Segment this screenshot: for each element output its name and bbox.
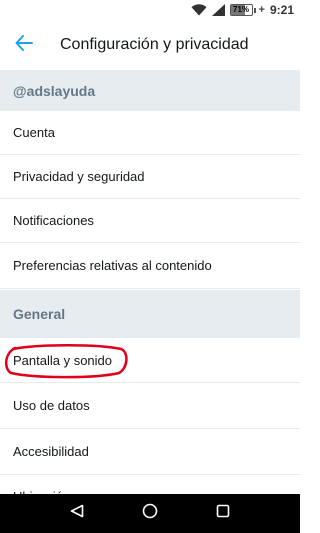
app-bar: Configuración y privacidad [0, 20, 300, 71]
navigation-bar [0, 494, 300, 533]
menu-item-pantalla-sonido[interactable]: Pantalla y sonido [0, 339, 300, 383]
nav-home-button[interactable] [135, 499, 165, 529]
menu-item-cuenta[interactable]: Cuenta [0, 111, 300, 155]
section-header-general: General [0, 290, 300, 338]
menu-item-uso-datos[interactable]: Uso de datos [0, 383, 300, 429]
status-bar: 71% + 9:21 [0, 0, 300, 20]
charging-icon: + [258, 4, 265, 16]
menu-item-accesibilidad[interactable]: Accesibilidad [0, 429, 300, 475]
square-recents-icon [216, 504, 230, 523]
screen: 71% + 9:21 Configuración y privacidad @a… [0, 0, 300, 533]
menu-item-notificaciones[interactable]: Notificaciones [0, 199, 300, 243]
status-time: 9:21 [269, 3, 294, 17]
battery-percent: 71% [233, 5, 250, 14]
back-button[interactable] [0, 20, 48, 71]
arrow-left-icon [15, 34, 33, 56]
menu-item-privacidad-seguridad[interactable]: Privacidad y seguridad [0, 155, 300, 199]
nav-back-button[interactable] [62, 499, 92, 529]
nav-recents-button[interactable] [208, 499, 238, 529]
circle-home-icon [142, 503, 158, 524]
page-title: Configuración y privacidad [60, 36, 249, 53]
battery-icon: 71% [229, 4, 256, 16]
section-header-account: @adslayuda [0, 71, 300, 111]
wifi-icon [191, 4, 207, 16]
signal-icon [211, 4, 225, 16]
menu-item-preferencias-contenido[interactable]: Preferencias relativas al contenido [0, 243, 300, 289]
triangle-back-icon [70, 504, 84, 523]
